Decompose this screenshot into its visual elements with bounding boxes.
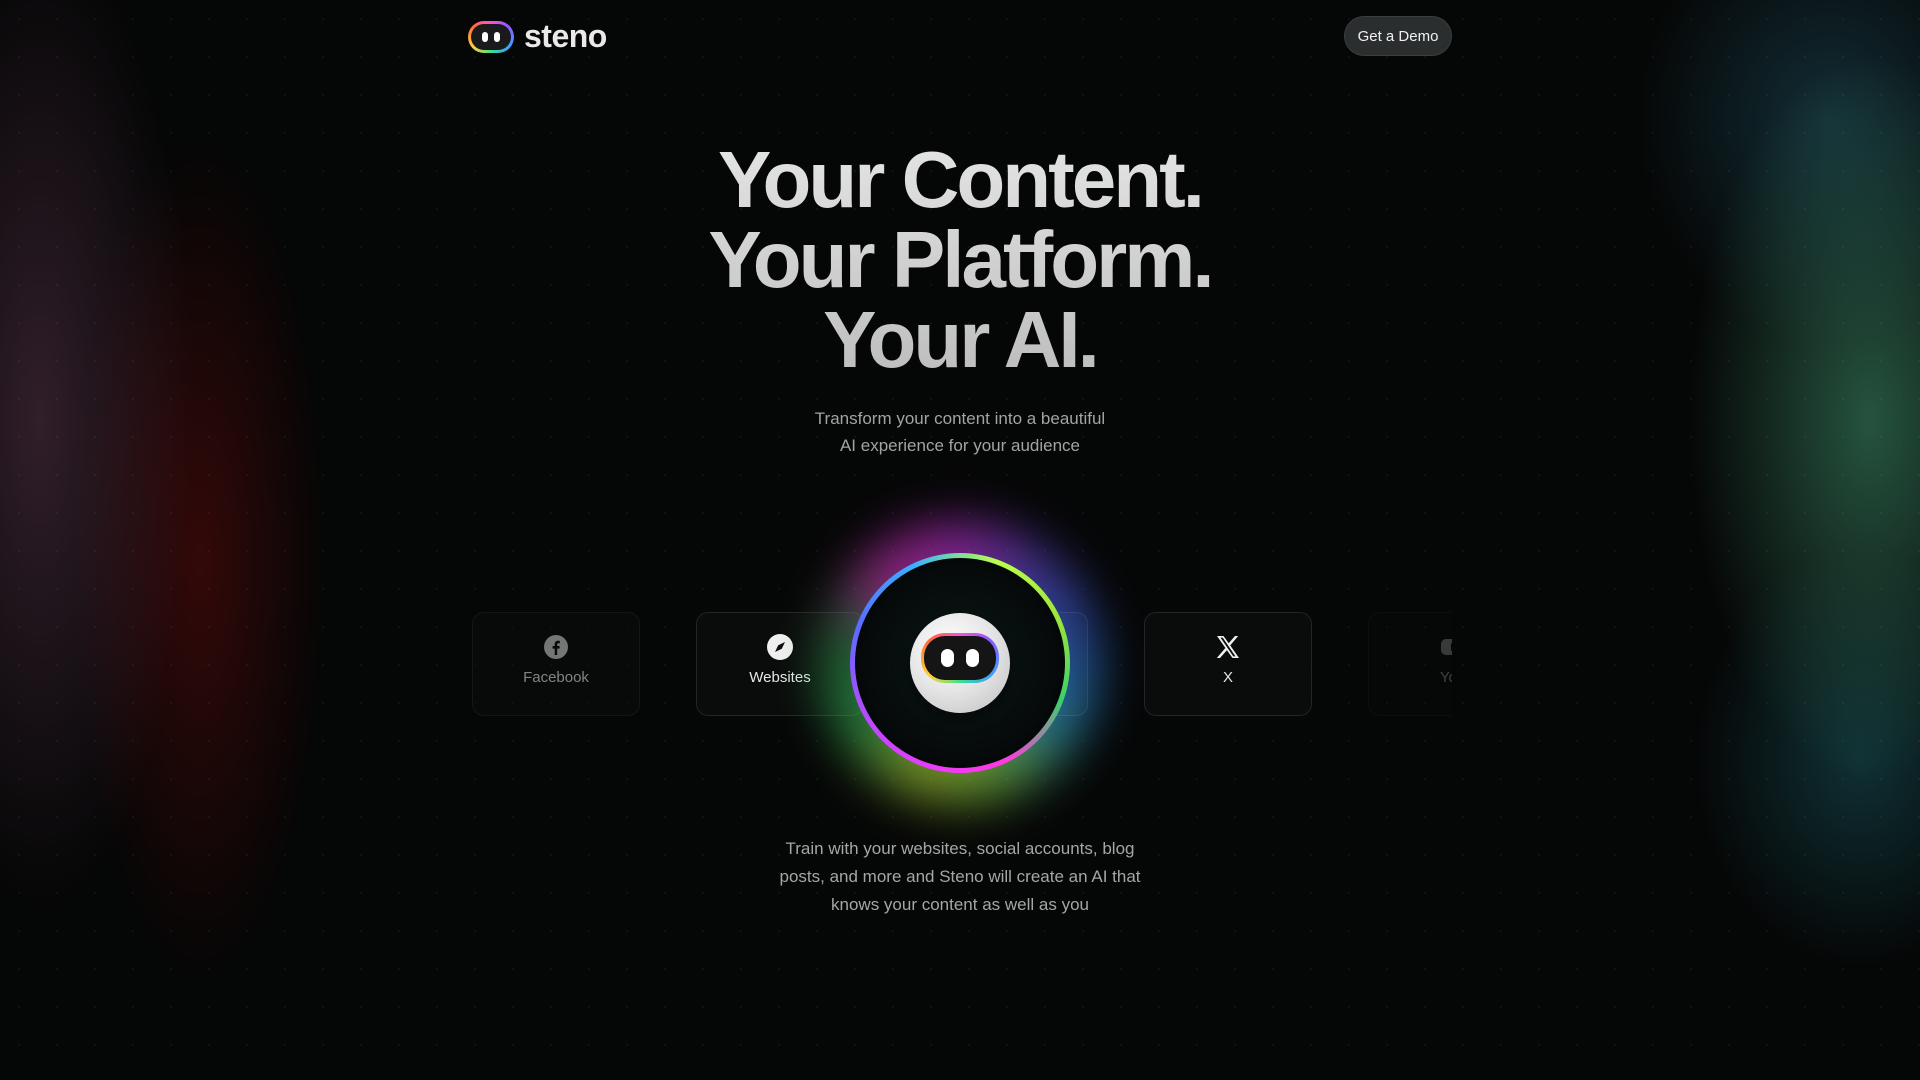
hero-line: Your Content. <box>718 135 1202 224</box>
subtitle-line: Transform your content into a beautiful <box>814 409 1106 428</box>
source-label: You <box>1439 669 1452 686</box>
description-line: Train with your websites, social account… <box>785 839 1135 858</box>
source-card-x[interactable]: X <box>1144 612 1312 716</box>
source-card-facebook[interactable]: Facebook <box>472 612 640 716</box>
hero-subtitle: Transform your content into a beautiful … <box>0 405 1920 459</box>
facebook-icon <box>542 633 570 661</box>
orb-ring <box>850 553 1070 773</box>
x-icon <box>1214 633 1242 661</box>
source-label: X <box>1222 669 1233 686</box>
hero-title: Your Content. Your Platform. Your AI. <box>0 140 1920 380</box>
get-demo-button[interactable]: Get a Demo <box>1344 16 1452 56</box>
description-line: knows your content as well as you <box>831 895 1089 914</box>
hero-line: Your AI. <box>823 295 1097 384</box>
compass-icon <box>766 633 794 661</box>
ai-orb <box>820 523 1100 803</box>
brand-logo[interactable]: steno <box>468 18 607 55</box>
logo-mark-icon <box>468 20 514 53</box>
bottom-description: Train with your websites, social account… <box>0 835 1920 919</box>
source-label: Websites <box>749 669 811 686</box>
page: steno Get a Demo Your Content. Your Plat… <box>0 0 1920 1080</box>
subtitle-line: AI experience for your audience <box>839 436 1081 455</box>
source-card-youtube[interactable]: You <box>1368 612 1452 716</box>
source-label: Facebook <box>523 669 589 686</box>
hero-line: Your Platform. <box>708 215 1212 304</box>
description-line: posts, and more and Steno will create an… <box>779 867 1141 886</box>
brand-name: steno <box>524 18 607 54</box>
top-nav: steno Get a Demo <box>468 16 1452 56</box>
youtube-icon <box>1439 633 1452 661</box>
robot-mascot-icon <box>910 613 1010 713</box>
